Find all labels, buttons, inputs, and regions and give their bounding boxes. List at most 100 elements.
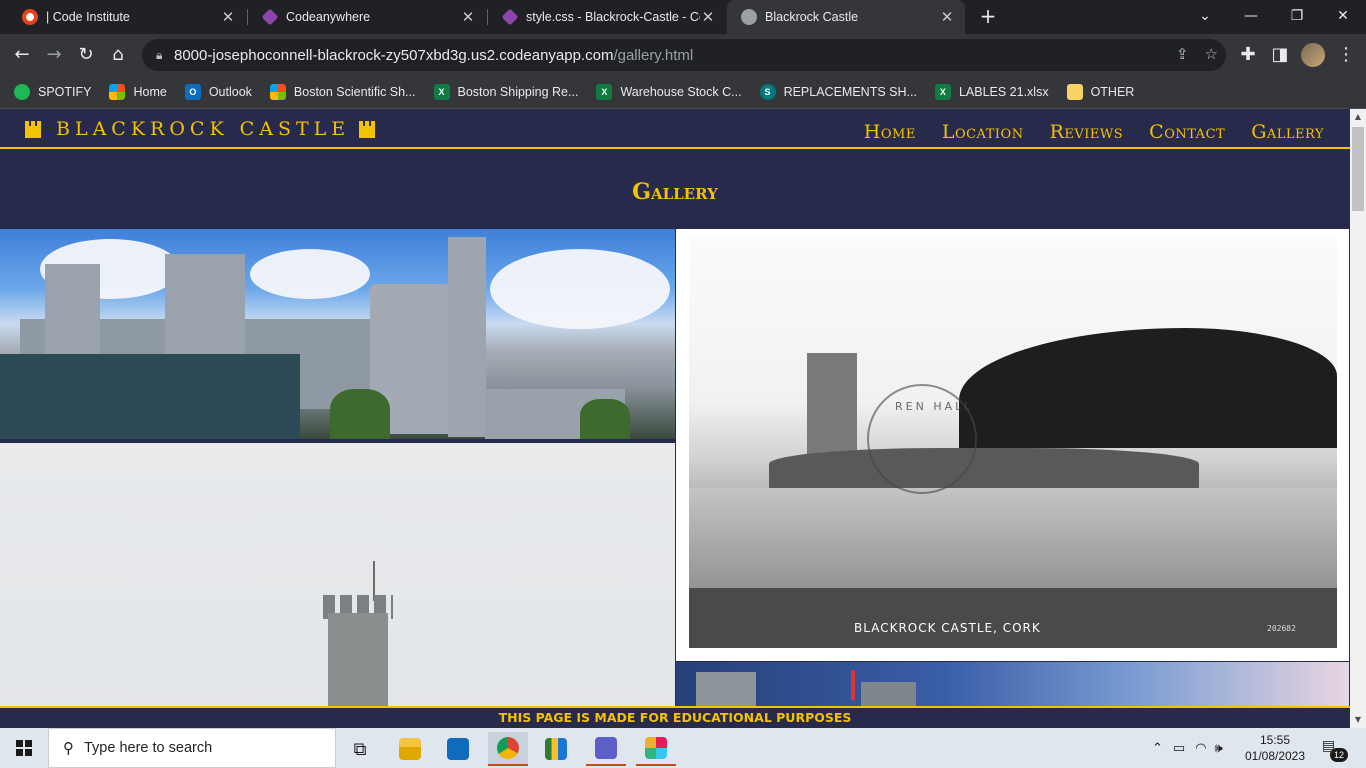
nav-links: Home Location Reviews Contact Gallery [864, 121, 1324, 143]
taskbar-clock[interactable]: 15:55 01/08/2023 [1244, 732, 1306, 764]
app-button-charts[interactable] [536, 732, 576, 766]
bookmark-star-icon[interactable]: ☆ [1205, 45, 1218, 63]
bookmark-boston-scientific[interactable]: Boston Scientific Sh... [269, 84, 416, 100]
clock-date: 01/08/2023 [1244, 749, 1306, 763]
postmark-stamp: REN HALL [867, 384, 977, 494]
address-bar[interactable]: 🔒︎ 8000-josephoconnell-blackrock-zy507xb… [142, 39, 1226, 71]
outlook-app-button[interactable] [438, 732, 478, 766]
battery-icon[interactable]: ▭ [1173, 741, 1185, 756]
nav-link-reviews[interactable]: Reviews [1050, 121, 1124, 143]
close-icon[interactable]: ✕ [700, 8, 716, 26]
teams-app-button[interactable] [586, 732, 626, 766]
nav-link-home[interactable]: Home [864, 121, 916, 143]
bookmark-label: Warehouse Stock C... [620, 85, 742, 99]
outlook-icon: O [184, 84, 201, 100]
wifi-icon[interactable]: ◠ [1195, 741, 1206, 756]
clock-time: 15:55 [1259, 733, 1291, 747]
page-title: Gallery [632, 179, 718, 205]
start-button[interactable] [0, 728, 48, 768]
share-icon[interactable]: ⇪ [1176, 45, 1189, 63]
minimize-button[interactable]: — [1228, 0, 1274, 34]
close-window-button[interactable]: ✕ [1320, 0, 1366, 34]
side-panel-icon[interactable]: ◨ [1266, 41, 1294, 69]
teams-icon [595, 737, 617, 759]
back-button[interactable]: ← [8, 41, 36, 69]
bookmark-warehouse-stock[interactable]: X Warehouse Stock C... [596, 84, 742, 100]
menu-kebab-icon[interactable]: ⋮ [1332, 41, 1360, 69]
tab-title: | Code Institute [46, 10, 130, 24]
close-icon[interactable]: ✕ [460, 8, 476, 26]
browser-tab-strip: | Code Institute ✕ Codeanywhere ✕ style.… [0, 0, 1366, 34]
postcard-code: 202682 [1267, 624, 1296, 633]
bookmark-folder-other[interactable]: OTHER [1066, 84, 1134, 100]
scroll-down-arrow-icon[interactable]: ▼ [1350, 712, 1366, 728]
reload-button[interactable]: ↻ [72, 41, 100, 69]
gallery-image-castle-color [0, 229, 675, 439]
extensions-puzzle-icon[interactable]: ✚ [1234, 41, 1262, 69]
task-view-button[interactable]: ⧉ [340, 732, 380, 766]
bookmark-outlook[interactable]: O Outlook [184, 84, 252, 100]
bookmark-boston-shipping[interactable]: X Boston Shipping Re... [433, 84, 578, 100]
slack-app-button[interactable] [636, 732, 676, 766]
excel-icon: X [934, 84, 951, 100]
site-logo[interactable]: BLACKROCK CASTLE [24, 118, 376, 140]
code-institute-icon [22, 9, 38, 25]
page-viewport: BLACKROCK CASTLE Home Location Reviews C… [0, 109, 1350, 728]
gallery-image-tower [0, 443, 675, 728]
show-hidden-icons-chevron-icon[interactable]: ⌃ [1152, 741, 1163, 756]
new-tab-button[interactable]: + [976, 5, 1000, 29]
spotify-icon [14, 84, 30, 100]
close-icon[interactable]: ✕ [939, 8, 955, 26]
restore-button[interactable]: ❐ [1274, 0, 1320, 34]
taskbar-search-input[interactable] [84, 740, 304, 756]
postcard-caption: BLACKROCK CASTLE, CORK [854, 621, 1041, 635]
castle-icon [358, 120, 376, 138]
tab-blackrock-castle[interactable]: Blackrock Castle ✕ [727, 0, 965, 34]
microsoft-icon [269, 84, 286, 100]
profile-avatar[interactable] [1301, 43, 1325, 67]
chrome-app-button[interactable] [488, 732, 528, 766]
tab-codeanywhere[interactable]: Codeanywhere ✕ [248, 0, 486, 34]
lock-icon[interactable]: 🔒︎ [156, 48, 172, 63]
trees [330, 389, 390, 439]
trees [580, 399, 630, 439]
flag [851, 670, 855, 700]
bookmark-label: Boston Scientific Sh... [293, 85, 416, 99]
windows-taskbar: ⚲ ⧉ ⌃ ▭ ◠ 🕪︎ 15:55 01/08/2023 ▤ 12 [0, 728, 1366, 768]
gallery-image-postcard: REN HALL BLACKROCK CASTLE, CORK 202682 [676, 229, 1349, 661]
nav-link-contact[interactable]: Contact [1149, 121, 1225, 143]
scroll-up-arrow-icon[interactable]: ▲ [1350, 109, 1366, 125]
tab-code-institute[interactable]: | Code Institute ✕ [8, 0, 246, 34]
windows-logo-icon [16, 740, 32, 756]
volume-icon[interactable]: 🕪︎ [1215, 741, 1223, 756]
taskbar-search[interactable]: ⚲ [48, 728, 336, 768]
castle-icon [24, 120, 42, 138]
postcard-rocks [769, 448, 1199, 488]
home-button[interactable]: ⌂ [104, 41, 132, 69]
tab-title: style.css - Blackrock-Castle - Cod [526, 10, 700, 24]
chart-app-icon [545, 738, 567, 760]
cloud-shape [490, 249, 670, 329]
bookmark-spotify[interactable]: SPOTIFY [14, 84, 91, 100]
tab-style-css[interactable]: style.css - Blackrock-Castle - Cod ✕ [488, 0, 726, 34]
url-host: 8000-josephoconnell-blackrock-zy507xbd3g… [174, 46, 614, 64]
scroll-thumb[interactable] [1352, 127, 1364, 211]
nav-link-gallery[interactable]: Gallery [1251, 121, 1324, 143]
slack-icon [645, 737, 667, 759]
nav-link-location[interactable]: Location [942, 121, 1024, 143]
page-scrollbar[interactable]: ▲ ▼ [1350, 109, 1366, 728]
bookmark-home[interactable]: Home [109, 84, 167, 100]
bookmark-lables-21[interactable]: X LABLES 21.xlsx [934, 84, 1049, 100]
codeanywhere-icon [261, 8, 279, 26]
file-explorer-button[interactable] [390, 732, 430, 766]
bookmark-replacements[interactable]: S REPLACEMENTS SH... [759, 84, 917, 100]
notification-count-badge: 12 [1330, 748, 1348, 762]
tab-search-chevron-icon[interactable]: ⌄ [1182, 0, 1228, 34]
folder-icon [399, 738, 421, 760]
cloud-shape [250, 249, 370, 299]
close-icon[interactable]: ✕ [220, 8, 236, 26]
bookmark-label: LABLES 21.xlsx [958, 85, 1049, 99]
excel-icon: X [433, 84, 450, 100]
site-footer: THIS PAGE IS MADE FOR EDUCATIONAL PURPOS… [0, 706, 1350, 728]
forward-button[interactable]: → [40, 41, 68, 69]
